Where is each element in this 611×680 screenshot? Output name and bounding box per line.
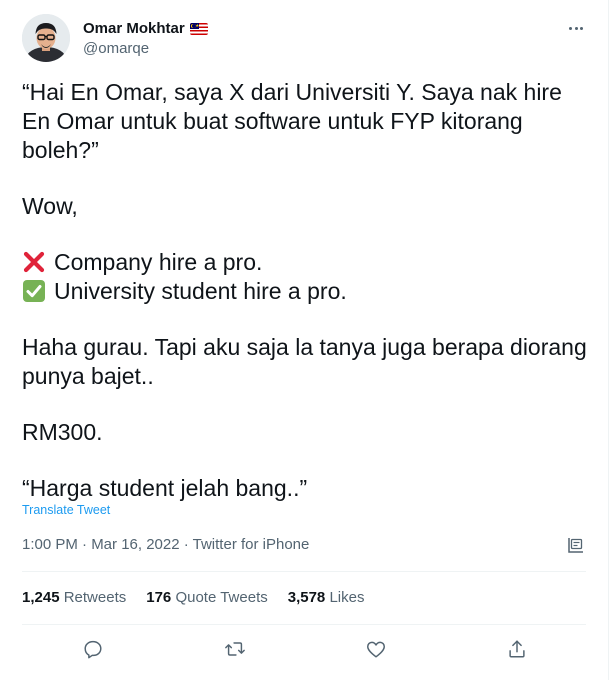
author-display-name-row[interactable]: Omar Mokhtar ★ bbox=[83, 19, 208, 38]
quote-tweets-count: 176 bbox=[146, 589, 172, 606]
malaysia-flag-icon: ★ bbox=[189, 22, 208, 35]
author-names: Omar Mokhtar ★ @omarqe bbox=[83, 19, 208, 58]
tweet-header: Omar Mokhtar ★ @omarqe bbox=[22, 14, 592, 66]
tweet-paragraph-3a: Company hire a pro. bbox=[22, 248, 592, 277]
tweet-paragraph-1: “Hai En Omar, saya X dari Universiti Y. … bbox=[22, 79, 562, 163]
share-icon bbox=[509, 640, 525, 658]
reply-icon bbox=[84, 640, 102, 659]
reply-button[interactable] bbox=[80, 636, 106, 662]
avatar[interactable] bbox=[22, 14, 70, 62]
tweet-card: Omar Mokhtar ★ @omarqe “Hai En Omar, say… bbox=[0, 0, 609, 680]
tweet-paragraph-3b: University student hire a pro. bbox=[22, 277, 592, 306]
tweet-paragraph-6: “Harga student jelah bang..” bbox=[22, 475, 308, 501]
translate-tweet-link[interactable]: Translate Tweet bbox=[22, 503, 110, 517]
tweet-paragraph-2: Wow, bbox=[22, 193, 78, 219]
check-mark-button-emoji bbox=[23, 280, 45, 302]
retweet-icon bbox=[225, 642, 245, 656]
retweet-button[interactable] bbox=[222, 636, 248, 662]
divider bbox=[22, 571, 586, 572]
tweet-line-company: Company hire a pro. bbox=[54, 249, 263, 275]
quote-tweets-label: Quote Tweets bbox=[175, 589, 268, 606]
tweet-paragraph-5: RM300. bbox=[22, 419, 103, 445]
likes-stat[interactable]: 3,578 Likes bbox=[288, 589, 365, 606]
like-button[interactable] bbox=[363, 636, 389, 662]
more-options-icon[interactable] bbox=[564, 18, 588, 38]
tweet-actions bbox=[0, 636, 608, 662]
likes-count: 3,578 bbox=[287, 589, 326, 606]
analytics-icon[interactable] bbox=[566, 535, 586, 555]
author-handle[interactable]: @omarqe bbox=[83, 39, 208, 58]
tweet-paragraph-4: Haha gurau. Tapi aku saja la tanya juga … bbox=[22, 334, 587, 389]
retweets-count: 1,245 bbox=[22, 589, 60, 606]
tweet-stats: 1,245 Retweets 176 Quote Tweets 3,578 Li… bbox=[22, 589, 364, 606]
retweets-label: Retweets bbox=[63, 589, 127, 606]
tweet-line-student: University student hire a pro. bbox=[54, 278, 347, 304]
quote-tweets-stat[interactable]: 176 Quote Tweets bbox=[146, 589, 267, 606]
divider bbox=[22, 624, 586, 625]
tweet-text: “Hai En Omar, saya X dari Universiti Y. … bbox=[22, 78, 592, 503]
likes-label: Likes bbox=[329, 589, 365, 606]
heart-icon bbox=[367, 641, 385, 658]
share-button[interactable] bbox=[504, 636, 530, 662]
tweet-timestamp[interactable]: 1:00 PM · Mar 16, 2022 · Twitter for iPh… bbox=[22, 536, 309, 553]
cross-mark-emoji bbox=[23, 251, 45, 273]
author-display-name[interactable]: Omar Mokhtar bbox=[83, 19, 185, 38]
retweets-stat[interactable]: 1,245 Retweets bbox=[22, 589, 126, 606]
